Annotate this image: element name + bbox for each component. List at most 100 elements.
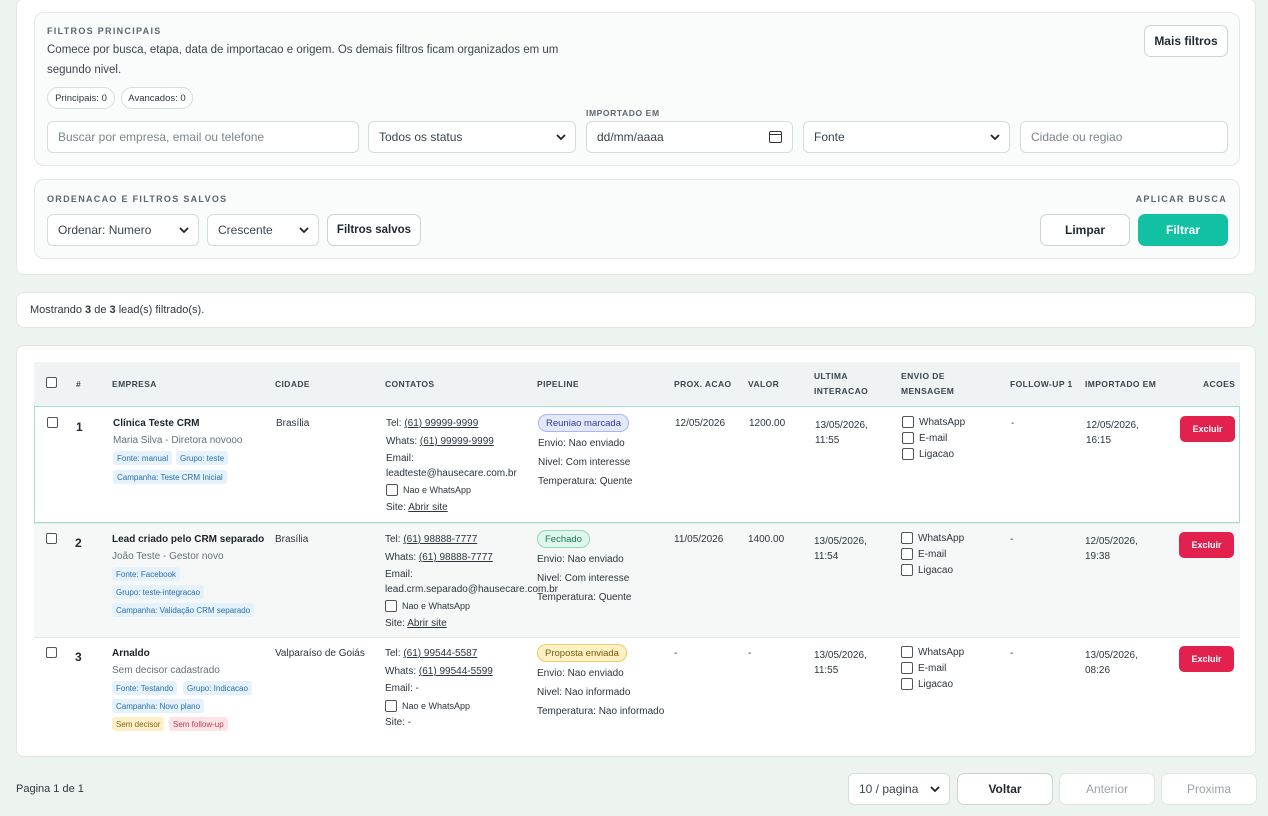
delete-button[interactable]: Excluir [1180, 416, 1235, 442]
row-email-label: Email: [386, 453, 414, 464]
email-checkbox[interactable]: E-mail [901, 662, 946, 674]
per-page-select[interactable]: 10 / pagina [848, 773, 950, 805]
row-nivel: Nivel: Com interesse [538, 457, 631, 468]
table-row[interactable]: 3 Arnaldo Sem decisor cadastrado Fonte: … [34, 637, 1240, 741]
row-followup: - [1010, 534, 1014, 545]
not-whatsapp-checkbox[interactable]: Nao e WhatsApp [385, 600, 470, 612]
open-site-link[interactable]: Abrir site [407, 618, 446, 629]
source-select[interactable]: Fonte [803, 121, 1010, 153]
imported-date-input[interactable]: dd/mm/aaaa [586, 121, 793, 153]
col-empresa[interactable]: EMPRESA [112, 377, 157, 392]
row-email: lead.crm.separado@hausecare.com.br [385, 584, 559, 595]
col-acoes: ACOES [1203, 379, 1236, 389]
row-importado: 12/05/2026, 16:15 [1086, 420, 1139, 446]
row-checkbox[interactable] [47, 417, 58, 428]
pipeline-stage-badge: Proposta enviada [537, 644, 627, 662]
tel-link[interactable]: (61) 99999-9999 [404, 418, 478, 429]
row-nivel: Nivel: Com interesse [537, 573, 630, 584]
whatsapp-checkbox[interactable]: WhatsApp [901, 646, 964, 658]
table-row[interactable]: 2 Lead criado pelo CRM separado João Tes… [34, 523, 1240, 637]
ligacao-checkbox[interactable]: Ligacao [902, 448, 954, 460]
col-pipeline[interactable]: PIPELINE [537, 377, 579, 392]
delete-button[interactable]: Excluir [1179, 646, 1234, 672]
more-filters-button[interactable]: Mais filtros [1144, 25, 1228, 57]
email-checkbox[interactable]: E-mail [901, 548, 946, 560]
chevron-down-icon [556, 134, 566, 141]
not-whatsapp-checkbox[interactable]: Nao e WhatsApp [385, 700, 470, 712]
col-envio-mensagem: ENVIO DE MENSAGEM [901, 371, 955, 396]
row-number: 3 [75, 650, 82, 664]
whats-link[interactable]: (61) 99999-9999 [420, 436, 494, 447]
row-site: Site: - [385, 717, 412, 728]
table-row[interactable]: 1 Clínica Teste CRM Maria Silva - Direto… [34, 406, 1240, 523]
chevron-down-icon [179, 227, 189, 234]
main-filters-title: FILTROS PRINCIPAIS [47, 26, 162, 36]
whats-link[interactable]: (61) 98888-7777 [419, 552, 493, 563]
whatsapp-checkbox[interactable]: WhatsApp [901, 532, 964, 544]
row-ultima-interacao: 13/05/2026, 11:55 [815, 420, 868, 446]
row-nivel: Nivel: Nao informado [537, 687, 631, 698]
source-tag: Fonte: manual [113, 451, 173, 465]
main-filters-panel: FILTROS PRINCIPAIS Comece por busca, eta… [34, 12, 1240, 166]
row-whats: Whats: (61) 98888-7777 [385, 552, 493, 563]
back-button[interactable]: Voltar [957, 773, 1053, 805]
filter-button[interactable]: Filtrar [1138, 214, 1228, 246]
calendar-icon[interactable] [769, 131, 782, 143]
col-prox-acao[interactable]: PROX. ACAO [674, 377, 732, 392]
col-valor[interactable]: VALOR [748, 377, 779, 392]
direction-select[interactable]: Crescente [207, 214, 319, 246]
row-city: Brasília [276, 418, 310, 429]
row-temperatura: Temperatura: Quente [537, 592, 632, 603]
not-whatsapp-checkbox[interactable]: Nao e WhatsApp [386, 484, 471, 496]
results-summary-card: Mostrando 3 de 3 lead(s) filtrado(s). [16, 292, 1256, 328]
campaign-tag: Campanha: Validação CRM separado [112, 603, 255, 617]
col-followup: FOLLOW-UP 1 [1010, 379, 1073, 389]
col-ultima-interacao[interactable]: ULTIMA INTERACAO [814, 369, 868, 399]
filters-card: FILTROS PRINCIPAIS Comece por busca, eta… [16, 0, 1256, 275]
row-company[interactable]: Arnaldo [112, 648, 150, 659]
row-checkbox[interactable] [46, 533, 57, 544]
saved-filters-button[interactable]: Filtros salvos [327, 214, 421, 246]
col-num: # [76, 379, 82, 389]
row-number: 1 [76, 420, 83, 434]
col-importado-em[interactable]: IMPORTADO EM [1085, 377, 1156, 392]
open-site-link[interactable]: Abrir site [408, 502, 447, 513]
previous-page-button[interactable]: Anterior [1059, 773, 1155, 805]
ligacao-checkbox[interactable]: Ligacao [901, 678, 953, 690]
row-valor: 1400.00 [748, 534, 785, 545]
row-checkbox[interactable] [46, 647, 57, 658]
whatsapp-checkbox[interactable]: WhatsApp [902, 416, 965, 428]
search-input[interactable]: Buscar por empresa, email ou telefone [47, 121, 359, 153]
order-select[interactable]: Ordenar: Numero [47, 214, 199, 246]
row-city: Brasília [275, 534, 309, 545]
row-contact-person: Sem decisor cadastrado [112, 665, 220, 676]
delete-button[interactable]: Excluir [1179, 532, 1234, 558]
results-summary: Mostrando 3 de 3 lead(s) filtrado(s). [30, 304, 205, 316]
row-tel: Tel: (61) 98888-7777 [385, 534, 478, 545]
next-page-button[interactable]: Proxima [1161, 773, 1257, 805]
row-ultima-interacao: 13/05/2026, 11:54 [814, 536, 867, 562]
row-email-label: Email: [385, 569, 413, 580]
tel-link[interactable]: (61) 98888-7777 [403, 534, 477, 545]
row-city: Valparaíso de Goiás [275, 648, 365, 659]
col-cidade[interactable]: CIDADE [275, 377, 310, 392]
row-prox-acao: 11/05/2026 [674, 534, 724, 545]
col-contatos: CONTATOS [385, 379, 435, 389]
select-all-checkbox[interactable] [46, 377, 57, 388]
email-checkbox[interactable]: E-mail [902, 432, 947, 444]
ligacao-checkbox[interactable]: Ligacao [901, 564, 953, 576]
tel-link[interactable]: (61) 99544-5587 [403, 648, 477, 659]
row-temperatura: Temperatura: Nao informado [537, 706, 665, 717]
whats-link[interactable]: (61) 99544-5599 [419, 666, 493, 677]
city-input[interactable]: Cidade ou regiao [1020, 121, 1228, 153]
avancados-count-pill: Avancados: 0 [121, 87, 193, 109]
clear-button[interactable]: Limpar [1040, 214, 1130, 246]
row-company[interactable]: Lead criado pelo CRM separado [112, 534, 264, 545]
row-company[interactable]: Clínica Teste CRM [113, 418, 200, 429]
row-envio: Envio: Nao enviado [537, 554, 624, 565]
chevron-down-icon [299, 227, 309, 234]
status-select[interactable]: Todos os status [368, 121, 576, 153]
no-followup-tag: Sem follow-up [169, 717, 228, 731]
source-tag: Fonte: Facebook [112, 567, 181, 581]
row-prox-acao: 12/05/2026 [675, 418, 726, 429]
